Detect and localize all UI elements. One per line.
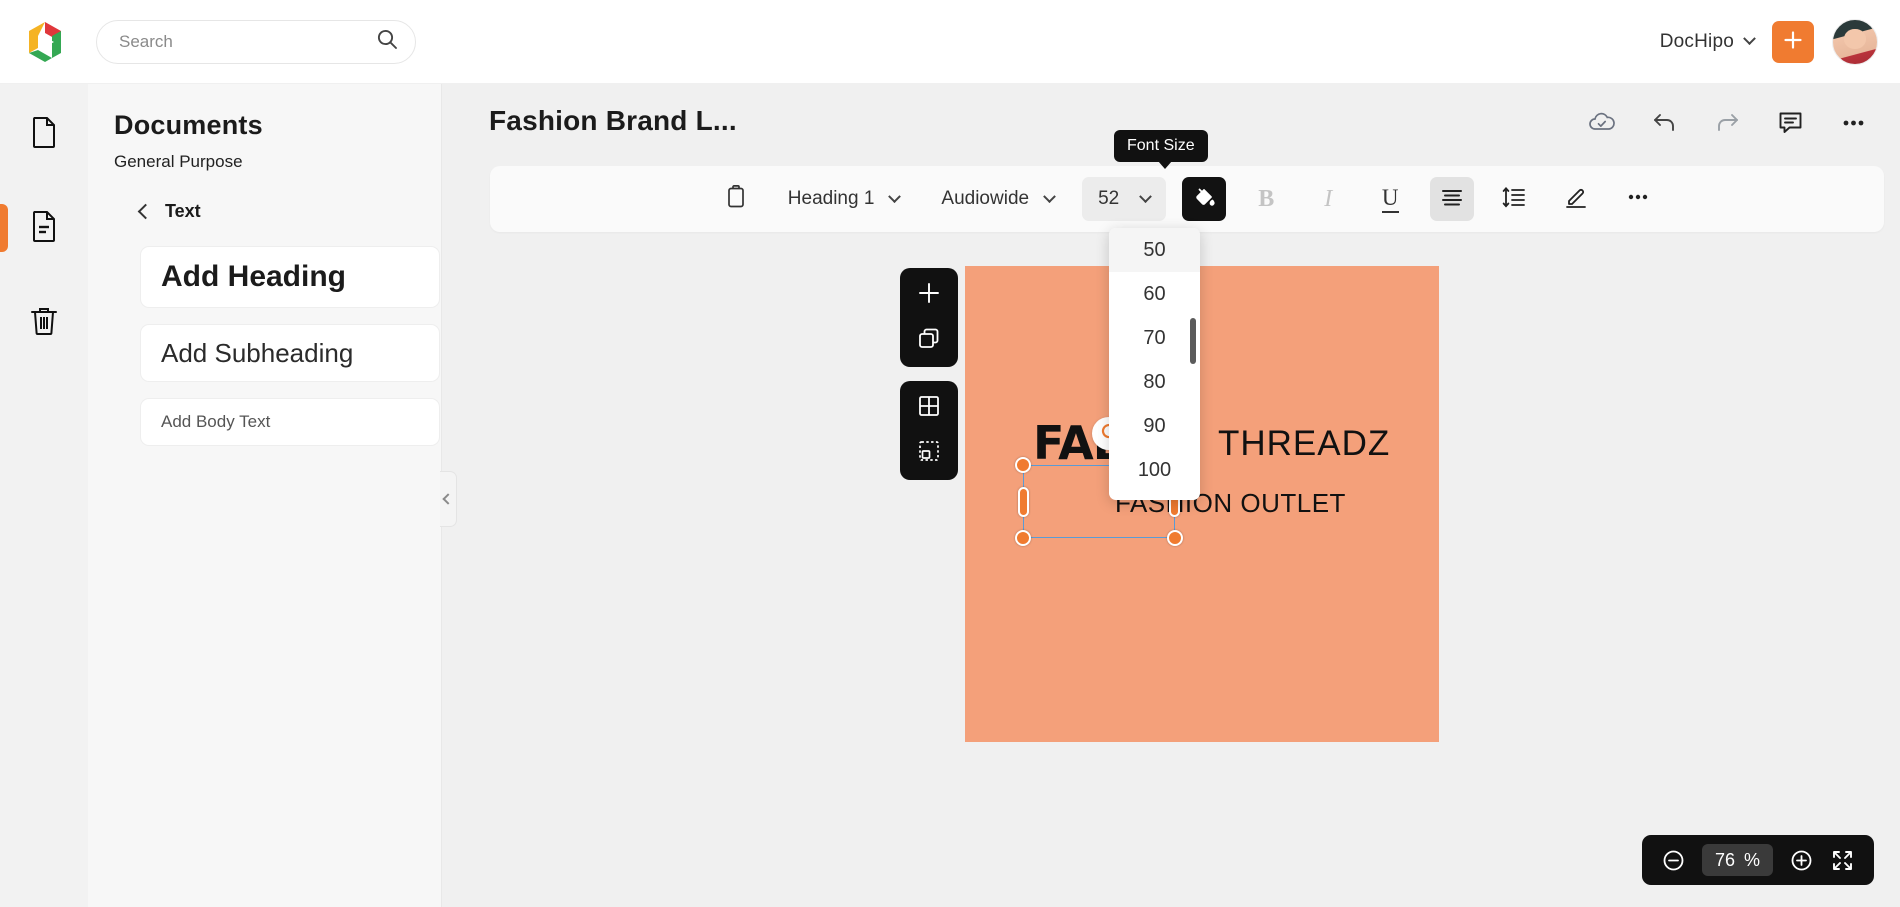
chevron-down-icon [1743, 32, 1756, 46]
format-toolbar: Heading 1 Audiowide 52 B I U [490, 166, 1884, 232]
ellipsis-icon [1625, 184, 1651, 215]
redo-arrow-icon[interactable] [1713, 108, 1742, 137]
panel-collapse-handle[interactable] [440, 471, 457, 527]
rail-item-trash[interactable] [16, 294, 72, 350]
user-avatar[interactable] [1832, 18, 1878, 65]
text-style-value: Heading 1 [787, 188, 875, 209]
font-size-option-70[interactable]: 70 [1109, 316, 1200, 360]
chevron-left-icon [442, 493, 454, 505]
search-box[interactable] [96, 19, 416, 64]
clipboard-icon [723, 184, 749, 215]
text-panel: Documents General Purpose Text Add Headi… [88, 84, 442, 907]
left-icon-rail [0, 84, 88, 907]
clipboard-format-button[interactable] [714, 177, 758, 221]
bold-button[interactable]: B [1244, 177, 1288, 221]
resize-handle-bottom-left[interactable] [1015, 530, 1031, 546]
top-bar: DocHipo [0, 0, 1900, 84]
page-tools-group-layout [900, 381, 958, 480]
underline-icon: U [1381, 185, 1399, 213]
marker-pen-icon [1563, 184, 1589, 215]
chevron-down-icon [888, 189, 902, 203]
trash-icon [27, 303, 61, 342]
page-tools [900, 268, 958, 480]
grid-icon [916, 393, 942, 424]
position-snap-button[interactable] [913, 437, 945, 469]
underline-button[interactable]: U [1368, 177, 1412, 221]
topbar-right-group: DocHipo [1659, 18, 1878, 65]
font-size-option-60[interactable]: 60 [1109, 272, 1200, 316]
dropdown-scrollbar[interactable] [1190, 318, 1196, 364]
undo-arrow-icon[interactable] [1650, 108, 1679, 137]
font-size-value: 52 [1098, 188, 1120, 209]
search-icon[interactable] [375, 27, 399, 56]
zoom-level-value: 76 [1714, 849, 1735, 870]
canvas-text-threadz[interactable]: THREADZ [1218, 424, 1390, 464]
selection-box-icon [916, 438, 942, 469]
panel-subtitle: General Purpose [114, 152, 243, 171]
font-family-select[interactable]: Audiowide [927, 177, 1068, 221]
font-family-value: Audiowide [941, 188, 1030, 209]
bold-icon: B [1258, 185, 1275, 212]
page-icon [27, 115, 61, 154]
resize-handle-top-left[interactable] [1015, 457, 1031, 473]
font-size-option-50[interactable]: 50 [1109, 228, 1200, 272]
zoom-in-button[interactable] [1789, 848, 1814, 873]
zoom-level-unit: % [1743, 849, 1760, 870]
panel-back-button[interactable]: Text [137, 201, 415, 222]
format-toolbar-items: Heading 1 Audiowide 52 B I U [705, 177, 1669, 221]
font-size-option-80[interactable]: 80 [1109, 360, 1200, 404]
comment-icon[interactable] [1776, 108, 1805, 137]
page-tools-group-add [900, 268, 958, 367]
font-size-select[interactable]: 52 [1082, 177, 1167, 221]
panel-back-label: Text [165, 201, 201, 221]
resize-handle-bottom-right[interactable] [1167, 530, 1183, 546]
highlighter-button[interactable] [1554, 177, 1598, 221]
fullscreen-button[interactable] [1830, 848, 1855, 873]
add-subheading-option[interactable]: Add Subheading [140, 324, 440, 382]
editor-actions [1587, 108, 1868, 137]
paint-bucket-icon [1191, 184, 1217, 215]
document-title[interactable]: Fashion Brand L... [489, 105, 737, 137]
more-options-icon[interactable] [1839, 108, 1868, 137]
grid-layout-button[interactable] [913, 392, 945, 424]
rail-item-documents[interactable] [0, 200, 72, 256]
document-text-icon [27, 209, 61, 248]
copy-icon [916, 325, 942, 356]
search-input[interactable] [119, 31, 375, 52]
italic-button[interactable]: I [1306, 177, 1350, 221]
rail-item-blank-page[interactable] [16, 106, 72, 162]
line-spacing-button[interactable] [1492, 177, 1536, 221]
chevron-down-icon [1139, 189, 1153, 203]
fill-color-button[interactable] [1182, 177, 1227, 221]
chevron-left-icon [137, 203, 154, 220]
add-page-button[interactable] [913, 279, 945, 311]
workspace-name: DocHipo [1659, 30, 1734, 52]
text-align-button[interactable] [1430, 177, 1475, 221]
line-height-icon [1501, 184, 1527, 215]
zoom-controls: 76 % [1641, 835, 1874, 885]
font-size-option-90[interactable]: 90 [1109, 404, 1200, 448]
zoom-out-button[interactable] [1661, 848, 1686, 873]
add-body-text-option[interactable]: Add Body Text [140, 398, 440, 446]
workspace-switcher[interactable]: DocHipo [1659, 30, 1756, 53]
dochipo-editor-app: DocHipo [0, 0, 1900, 907]
panel-title: Documents [114, 110, 263, 140]
create-new-button[interactable] [1772, 20, 1814, 63]
font-size-tooltip: Font Size [1114, 130, 1208, 169]
resize-handle-left-middle[interactable] [1018, 486, 1029, 517]
font-size-dropdown[interactable]: 50 60 70 80 90 100 [1109, 228, 1200, 500]
cloud-check-icon[interactable] [1587, 108, 1616, 137]
dochipo-logo-icon[interactable] [22, 19, 68, 65]
align-center-icon [1439, 184, 1465, 215]
zoom-level-display[interactable]: 76 % [1701, 844, 1773, 876]
italic-icon: I [1324, 185, 1333, 212]
plus-icon [1782, 27, 1804, 57]
chevron-down-icon [1043, 189, 1056, 203]
add-heading-option[interactable]: Add Heading [140, 246, 440, 308]
duplicate-page-button[interactable] [913, 324, 945, 356]
text-style-select[interactable]: Heading 1 [774, 177, 914, 221]
font-size-option-100[interactable]: 100 [1109, 448, 1200, 492]
toolbar-more-button[interactable] [1616, 177, 1660, 221]
plus-icon [916, 280, 942, 311]
